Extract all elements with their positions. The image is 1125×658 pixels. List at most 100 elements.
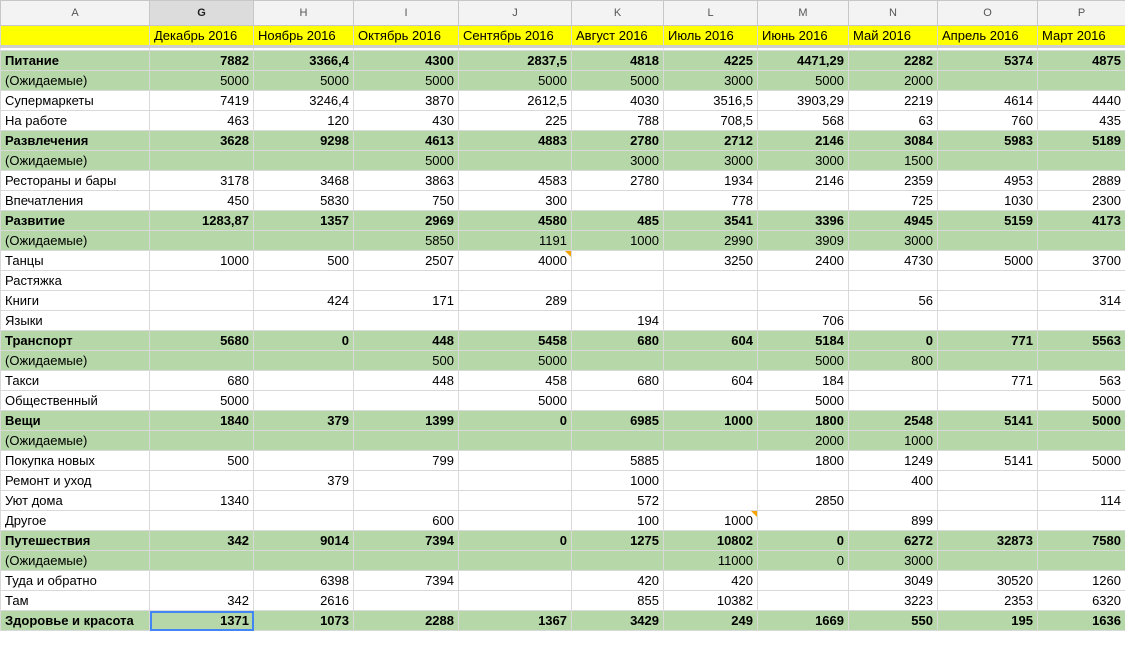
row-label-cell[interactable]: Покупка новых bbox=[0, 450, 150, 471]
row-label-cell[interactable]: Растяжка bbox=[0, 270, 150, 291]
value-cell[interactable]: 171 bbox=[353, 290, 459, 311]
value-cell[interactable] bbox=[848, 370, 938, 391]
value-cell[interactable]: 458 bbox=[458, 370, 572, 391]
value-cell[interactable]: 771 bbox=[937, 330, 1038, 351]
column-header-p[interactable]: P bbox=[1037, 0, 1125, 26]
value-cell[interactable]: 5000 bbox=[353, 70, 459, 91]
value-cell[interactable] bbox=[663, 470, 758, 491]
value-cell[interactable]: 56 bbox=[848, 290, 938, 311]
value-cell[interactable] bbox=[253, 550, 354, 571]
value-cell[interactable]: 2353 bbox=[937, 590, 1038, 611]
value-cell[interactable]: 3870 bbox=[353, 90, 459, 111]
value-cell[interactable] bbox=[253, 450, 354, 471]
value-cell[interactable] bbox=[848, 390, 938, 411]
value-cell[interactable] bbox=[353, 390, 459, 411]
value-cell[interactable]: 2712 bbox=[663, 130, 758, 151]
value-cell[interactable]: 680 bbox=[571, 330, 664, 351]
value-cell[interactable]: 1000 bbox=[149, 250, 254, 271]
value-cell[interactable]: 500 bbox=[253, 250, 354, 271]
value-cell[interactable] bbox=[1037, 510, 1125, 531]
value-cell[interactable]: 778 bbox=[663, 190, 758, 211]
value-cell[interactable]: 1357 bbox=[253, 210, 354, 231]
value-cell[interactable]: 379 bbox=[253, 410, 354, 431]
value-cell[interactable] bbox=[458, 310, 572, 331]
value-cell[interactable]: 1283,87 bbox=[149, 210, 254, 231]
value-cell[interactable]: 2300 bbox=[1037, 190, 1125, 211]
value-cell[interactable] bbox=[458, 470, 572, 491]
value-cell[interactable]: 249 bbox=[663, 610, 758, 631]
value-cell[interactable]: 2146 bbox=[757, 130, 849, 151]
value-cell[interactable]: 4030 bbox=[571, 90, 664, 111]
value-cell[interactable]: 3246,4 bbox=[253, 90, 354, 111]
row-label-cell[interactable]: На работе bbox=[0, 110, 150, 131]
value-cell[interactable]: 2612,5 bbox=[458, 90, 572, 111]
value-cell[interactable] bbox=[253, 370, 354, 391]
value-cell[interactable]: 5184 bbox=[757, 330, 849, 351]
month-header-cell[interactable]: Декабрь 2016 bbox=[149, 25, 254, 47]
value-cell[interactable] bbox=[937, 230, 1038, 251]
value-cell[interactable]: 2000 bbox=[757, 430, 849, 451]
value-cell[interactable]: 448 bbox=[353, 330, 459, 351]
value-cell[interactable]: 2288 bbox=[353, 610, 459, 631]
row-label-cell[interactable]: Впечатления bbox=[0, 190, 150, 211]
value-cell[interactable]: 10382 bbox=[663, 590, 758, 611]
value-cell[interactable] bbox=[1037, 470, 1125, 491]
value-cell[interactable] bbox=[937, 150, 1038, 171]
value-cell[interactable] bbox=[149, 270, 254, 291]
value-cell[interactable]: 1073 bbox=[253, 610, 354, 631]
value-cell[interactable]: 2507 bbox=[353, 250, 459, 271]
row-label-cell[interactable]: Общественный bbox=[0, 390, 150, 411]
value-cell[interactable]: 4818 bbox=[571, 50, 664, 71]
value-cell[interactable]: 5000 bbox=[149, 70, 254, 91]
value-cell[interactable]: 1000 bbox=[571, 470, 664, 491]
value-cell[interactable]: 32873 bbox=[937, 530, 1038, 551]
column-header-g[interactable]: G bbox=[149, 0, 254, 26]
value-cell[interactable] bbox=[149, 430, 254, 451]
value-cell[interactable]: 3903,29 bbox=[757, 90, 849, 111]
value-cell[interactable] bbox=[663, 270, 758, 291]
value-cell[interactable]: 550 bbox=[848, 610, 938, 631]
value-cell[interactable]: 9298 bbox=[253, 130, 354, 151]
value-cell[interactable]: 2219 bbox=[848, 90, 938, 111]
month-header-cell[interactable]: Октябрь 2016 bbox=[353, 25, 459, 47]
value-cell[interactable]: 0 bbox=[757, 530, 849, 551]
value-cell[interactable]: 5563 bbox=[1037, 330, 1125, 351]
row-label-cell[interactable]: Путешествия bbox=[0, 530, 150, 551]
value-cell[interactable] bbox=[937, 490, 1038, 511]
value-cell[interactable]: 463 bbox=[149, 110, 254, 131]
value-cell[interactable]: 572 bbox=[571, 490, 664, 511]
value-cell[interactable]: 3429 bbox=[571, 610, 664, 631]
value-cell[interactable] bbox=[571, 190, 664, 211]
value-cell[interactable] bbox=[353, 430, 459, 451]
value-cell[interactable] bbox=[757, 470, 849, 491]
value-cell[interactable] bbox=[253, 430, 354, 451]
value-cell[interactable]: 5000 bbox=[253, 70, 354, 91]
value-cell[interactable]: 855 bbox=[571, 590, 664, 611]
value-cell[interactable]: 604 bbox=[663, 330, 758, 351]
row-label-cell[interactable]: Развитие bbox=[0, 210, 150, 231]
value-cell[interactable] bbox=[1037, 310, 1125, 331]
row-label-cell[interactable]: (Ожидаемые) bbox=[0, 230, 150, 251]
value-cell[interactable] bbox=[937, 310, 1038, 331]
row-label-cell[interactable]: Развлечения bbox=[0, 130, 150, 151]
value-cell[interactable]: 2616 bbox=[253, 590, 354, 611]
value-cell[interactable]: 1367 bbox=[458, 610, 572, 631]
value-cell[interactable]: 6985 bbox=[571, 410, 664, 431]
value-cell[interactable]: 184 bbox=[757, 370, 849, 391]
column-header-i[interactable]: I bbox=[353, 0, 459, 26]
row-label-cell[interactable]: (Ожидаемые) bbox=[0, 430, 150, 451]
value-cell[interactable]: 5983 bbox=[937, 130, 1038, 151]
value-cell[interactable]: 1191 bbox=[458, 230, 572, 251]
column-header-l[interactable]: L bbox=[663, 0, 758, 26]
value-cell[interactable] bbox=[1037, 550, 1125, 571]
value-cell[interactable]: 5000 bbox=[458, 70, 572, 91]
value-cell[interactable] bbox=[353, 550, 459, 571]
value-cell[interactable]: 194 bbox=[571, 310, 664, 331]
row-label-cell[interactable]: (Ожидаемые) bbox=[0, 70, 150, 91]
value-cell[interactable] bbox=[253, 510, 354, 531]
value-cell[interactable]: 604 bbox=[663, 370, 758, 391]
value-cell[interactable]: 1000 bbox=[571, 230, 664, 251]
value-cell[interactable]: 4614 bbox=[937, 90, 1038, 111]
value-cell[interactable]: 0 bbox=[848, 330, 938, 351]
row-label-cell[interactable]: Транспорт bbox=[0, 330, 150, 351]
